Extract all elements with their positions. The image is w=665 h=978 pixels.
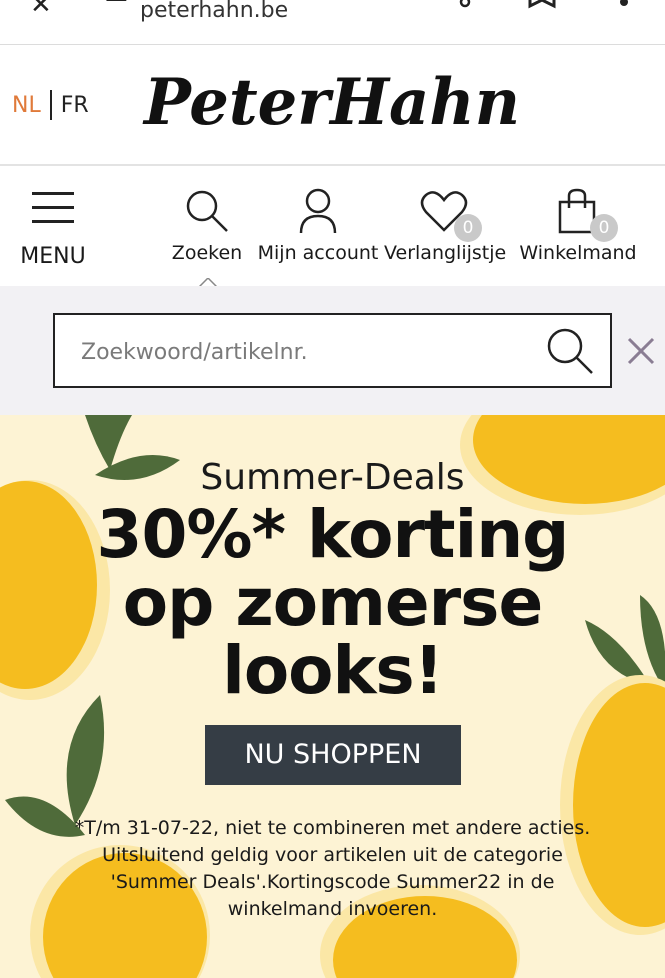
browser-bar: ✕ ▬ peterhahn.be [0, 0, 665, 45]
promo-eyebrow: Summer-Deals [200, 457, 465, 498]
promo-headline-line: op zomerse [122, 564, 543, 641]
site-header: NL FR PeterHahn [0, 46, 665, 166]
terms-line: winkelmand invoeren. [227, 898, 438, 920]
shop-now-button[interactable]: NU SHOPPEN [205, 725, 461, 785]
browser-url[interactable]: peterhahn.be [140, 0, 288, 23]
terms-line: Uitsluitend geldig voor artikelen uit de… [102, 844, 563, 866]
promo-headline-line: 30%* korting [96, 496, 570, 573]
site-info-icon[interactable]: ▬ [104, 0, 129, 10]
menu-label: MENU [20, 244, 86, 269]
user-icon [299, 188, 337, 234]
search-label: Zoeken [171, 242, 243, 264]
cart-label: Winkelmand [519, 242, 637, 264]
wishlist-label: Verlanglijstje [384, 242, 507, 264]
search-box [53, 313, 612, 388]
close-search-icon[interactable] [626, 336, 656, 366]
promo-headline-line: looks! [222, 632, 444, 709]
nav-search[interactable]: Zoeken [166, 168, 248, 286]
nav-account[interactable]: Mijn account [256, 168, 380, 286]
lang-fr-link[interactable]: FR [61, 93, 89, 118]
summer-deals-banner[interactable]: Summer-Deals 30%* korting op zomerse loo… [0, 415, 665, 978]
menu-button[interactable]: MENU [0, 168, 106, 286]
search-submit-icon[interactable] [544, 325, 596, 377]
lang-separator [49, 90, 52, 120]
cart-count-badge: 0 [590, 214, 618, 242]
main-nav: MENU Zoeken Mijn account 0 Verlanglijstj… [0, 168, 665, 288]
terms-line: *T/m 31-07-22, niet te combineren met an… [74, 817, 591, 839]
lang-nl-link[interactable]: NL [12, 93, 41, 118]
promo-terms: *T/m 31-07-22, niet te combineren met an… [60, 815, 605, 923]
search-panel [0, 286, 665, 415]
close-tab-icon[interactable]: ✕ [30, 0, 52, 20]
peter-hahn-logo[interactable]: PeterHahn [140, 62, 530, 142]
hamburger-icon [32, 192, 74, 223]
nav-wishlist[interactable]: 0 Verlanglijstje [384, 168, 506, 286]
promo-headline: 30%* korting op zomerse looks! [0, 501, 665, 705]
more-options-icon[interactable] [618, 0, 630, 8]
nav-cart[interactable]: 0 Winkelmand [516, 168, 640, 286]
language-switch: NL FR [12, 90, 89, 120]
search-icon [186, 190, 228, 232]
svg-text:PeterHahn: PeterHahn [142, 65, 520, 140]
share-icon[interactable] [448, 0, 472, 10]
bookmark-icon[interactable] [528, 0, 556, 10]
terms-line: 'Summer Deals'.Kortingscode Summer22 in … [110, 871, 555, 893]
search-input[interactable] [81, 335, 521, 369]
wishlist-count-badge: 0 [454, 214, 482, 242]
account-label: Mijn account [257, 242, 379, 264]
